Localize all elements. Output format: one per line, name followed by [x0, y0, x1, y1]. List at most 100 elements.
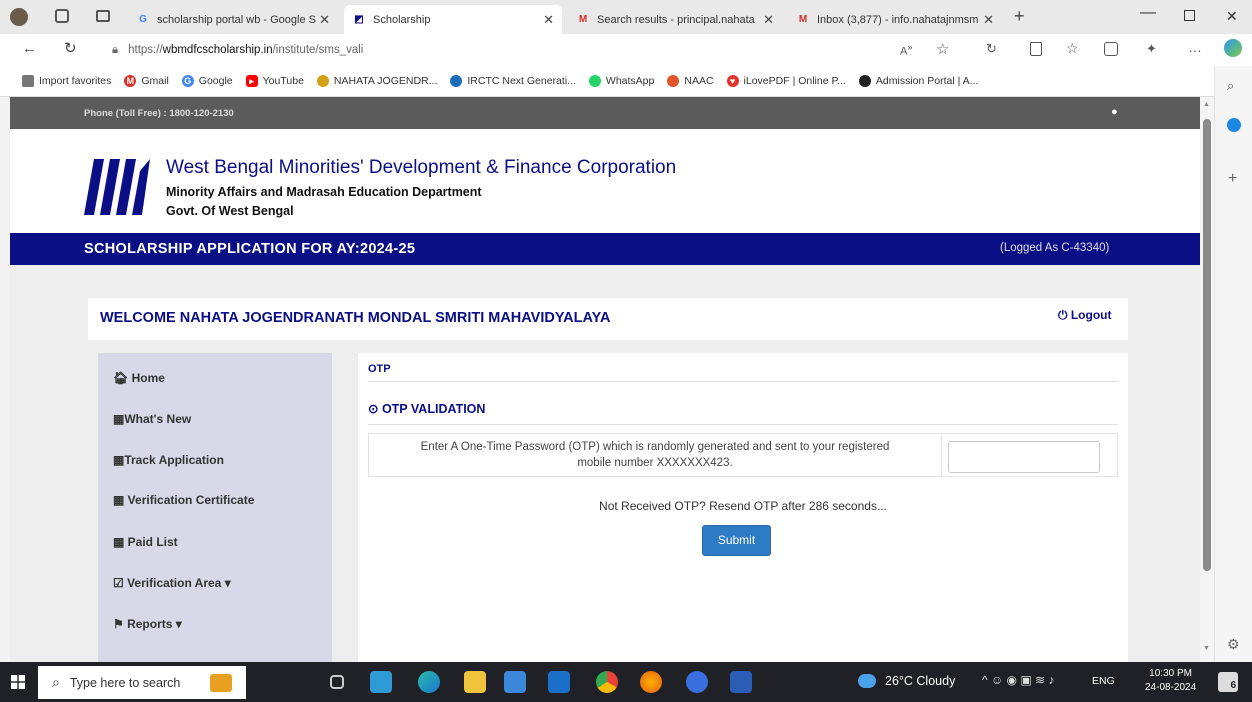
welcome-title: WELCOME NAHATA JOGENDRANATH MONDAL SMRIT…: [100, 310, 611, 326]
bookmark-youtube[interactable]: ▸ YouTube: [245, 75, 304, 87]
tab-title: Inbox (3,877) - info.nahatajnmsm: [817, 13, 979, 26]
bookmark-google[interactable]: G Google: [181, 75, 233, 87]
restore-button[interactable]: [1184, 10, 1195, 21]
bookmark-nahata[interactable]: NAHATA JOGENDR...: [316, 75, 437, 87]
submit-button[interactable]: Submit: [702, 525, 771, 556]
store-icon[interactable]: [504, 671, 526, 693]
youtube-icon: ▸: [245, 75, 258, 87]
org-subtitle-govt: Govt. Of West Bengal: [166, 204, 294, 218]
welcome-panel: WELCOME NAHATA JOGENDRANATH MONDAL SMRIT…: [88, 298, 1128, 340]
extensions-icon[interactable]: ✦: [1146, 41, 1157, 57]
bookmark-gmail[interactable]: M Gmail: [124, 75, 169, 87]
back-icon[interactable]: ←: [22, 40, 37, 57]
list-icon: ▦: [113, 412, 125, 426]
url-field[interactable]: 🔒︎ https://wbmdfcscholarship.in/institut…: [112, 38, 942, 62]
bookmark-label: IRCTC Next Generati...: [467, 75, 576, 87]
refresh-icon[interactable]: ↻: [64, 39, 77, 57]
more-icon[interactable]: …: [1188, 39, 1202, 55]
bookmark-label: WhatsApp: [605, 75, 655, 87]
tab-actions-icon[interactable]: [96, 10, 110, 22]
browser-tab-bar: G scholarship portal wb - Google S ✕ ◩ S…: [0, 0, 1252, 34]
address-bar-row: ← ↻ 🔒︎ https://wbmdfcscholarship.in/inst…: [0, 34, 1252, 66]
scroll-up-icon[interactable]: ▲: [1203, 101, 1210, 108]
weather-text[interactable]: 26°C Cloudy: [885, 674, 955, 688]
chrome-icon[interactable]: [596, 671, 618, 693]
page-scrollbar[interactable]: ▲ ▼: [1200, 97, 1214, 662]
resend-timer-text: Not Received OTP? Resend OTP after 286 s…: [599, 499, 887, 513]
mail-icon[interactable]: [548, 671, 570, 693]
favorite-star-icon[interactable]: ☆: [936, 40, 949, 58]
close-icon[interactable]: ✕: [983, 12, 994, 28]
nav-item-home[interactable]: 🏠︎ Home: [113, 371, 165, 385]
favorites-icon[interactable]: ☆: [1066, 40, 1079, 57]
close-icon[interactable]: ✕: [319, 12, 330, 28]
file-explorer-icon[interactable]: [464, 671, 486, 693]
windows-start-icon[interactable]: [11, 675, 25, 689]
minimize-button[interactable]: —: [1140, 4, 1156, 22]
import-icon: [22, 75, 34, 87]
notification-icon[interactable]: 6: [1218, 672, 1238, 692]
site-header: West Bengal Minorities' Development & Fi…: [10, 129, 1200, 233]
bookmark-irctc[interactable]: IRCTC Next Generati...: [450, 75, 576, 87]
split-screen-icon[interactable]: [1030, 42, 1042, 56]
nav-item-verification-certificate[interactable]: ▦ Verification Certificate: [113, 493, 254, 507]
edge-icon[interactable]: [418, 671, 440, 693]
app-icon[interactable]: [686, 671, 708, 693]
collections-icon[interactable]: [1104, 42, 1118, 56]
bookmark-import-favorites[interactable]: Import favorites: [22, 75, 111, 87]
otp-input[interactable]: [948, 441, 1100, 473]
search-icon[interactable]: ⌕: [1227, 78, 1234, 94]
add-icon[interactable]: +: [1228, 170, 1237, 188]
google-icon: G: [139, 14, 147, 25]
gmail-icon: M: [124, 75, 137, 87]
home-icon: 🏠︎: [113, 371, 132, 385]
bookmark-ilovepdf[interactable]: ♥ iLovePDF | Online P...: [726, 75, 846, 87]
bookmark-admission-portal[interactable]: Admission Portal | A...: [858, 75, 978, 87]
whatsapp-icon: [588, 75, 601, 87]
close-window-button[interactable]: ✕: [1226, 8, 1238, 25]
bookmark-naac[interactable]: NAAC: [667, 75, 714, 87]
nav-item-verification-area[interactable]: ☑ Verification Area ▾: [113, 576, 231, 590]
nav-item-whats-new[interactable]: ▦What's New: [113, 412, 191, 426]
clock[interactable]: 10:30 PM 24-08-2024: [1145, 667, 1196, 695]
scroll-down-icon[interactable]: ▼: [1203, 645, 1210, 652]
read-aloud-icon[interactable]: A»: [900, 42, 912, 58]
wbmdfc-icon: ◩: [354, 14, 364, 25]
favorites-bar: Import favorites M Gmail G Google ▸ YouTube…: [0, 66, 1252, 97]
weather-icon: [858, 674, 876, 688]
bookmark-label: Gmail: [141, 75, 169, 87]
close-icon[interactable]: ✕: [543, 12, 554, 28]
taskbar-search[interactable]: ⌕ Type here to search: [38, 666, 246, 699]
settings-icon[interactable]: ⚙: [1227, 636, 1240, 653]
nav-label: What's New: [124, 412, 192, 426]
tab-scholarship[interactable]: ◩ Scholarship ✕: [344, 5, 562, 34]
outlook-icon[interactable]: [1227, 118, 1241, 132]
firefox-icon[interactable]: [640, 671, 662, 693]
scholarship-banner: SCHOLARSHIP APPLICATION FOR AY:2024-25 (…: [10, 233, 1200, 265]
url-domain: wbmdfcscholarship.in: [162, 44, 273, 56]
nav-item-track-application[interactable]: ▦Track Application: [113, 453, 224, 467]
new-tab-button[interactable]: +: [1014, 6, 1025, 27]
refresh-ext-icon[interactable]: ↻: [986, 41, 997, 57]
logout-link[interactable]: ⏻ Logout: [1058, 308, 1111, 323]
copilot-icon[interactable]: [1224, 39, 1242, 57]
profile-avatar[interactable]: [10, 8, 28, 26]
nav-item-reports[interactable]: ⚑ Reports ▾: [113, 617, 182, 631]
bookmark-whatsapp[interactable]: WhatsApp: [588, 75, 655, 87]
word-icon[interactable]: [730, 671, 752, 693]
scrollbar-thumb[interactable]: [1203, 119, 1211, 571]
tab-title: scholarship portal wb - Google S: [157, 13, 316, 26]
workspaces-icon[interactable]: [55, 9, 69, 23]
tab-title: Search results - principal.nahata: [597, 13, 755, 26]
task-view-icon[interactable]: [330, 675, 344, 689]
tab-inbox[interactable]: M Inbox (3,877) - info.nahatajnmsm ✕: [788, 5, 1002, 34]
nav-item-paid-list[interactable]: ▦ Paid List: [113, 535, 178, 549]
tab-search-results[interactable]: M Search results - principal.nahata ✕: [568, 5, 782, 34]
app-icon[interactable]: [370, 671, 392, 693]
language-indicator[interactable]: ENG: [1092, 675, 1115, 687]
user-icon[interactable]: ●: [1111, 106, 1118, 118]
tab-title: Scholarship: [373, 13, 431, 26]
tab-google-search[interactable]: G scholarship portal wb - Google S ✕: [128, 5, 338, 34]
tray-icons[interactable]: ^ ☺ ◉ ▣ ≋ ♪: [982, 673, 1054, 687]
close-icon[interactable]: ✕: [763, 12, 774, 28]
